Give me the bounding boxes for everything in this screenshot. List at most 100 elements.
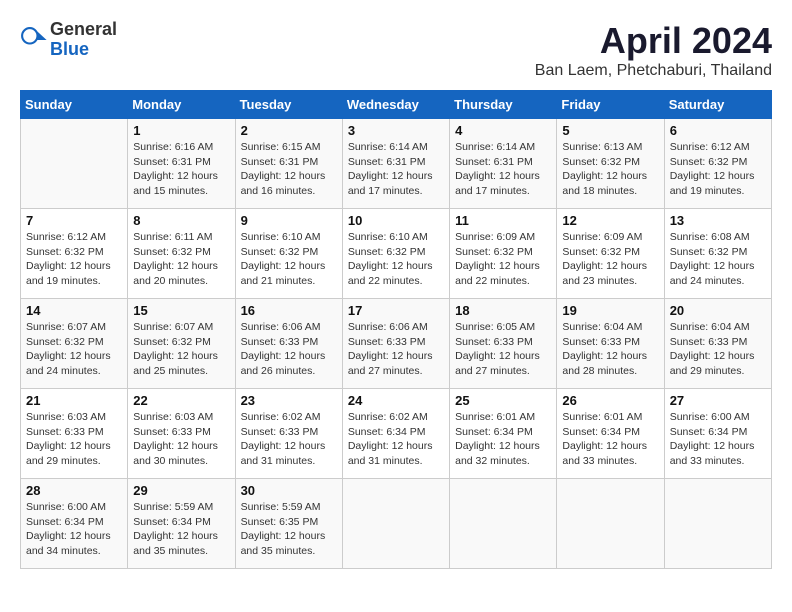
calendar-cell: 29 Sunrise: 5:59 AMSunset: 6:34 PMDayligh… (128, 479, 235, 569)
day-number: 24 (348, 393, 444, 408)
day-info: Sunrise: 6:02 AMSunset: 6:34 PMDaylight:… (348, 410, 444, 469)
day-number: 22 (133, 393, 229, 408)
logo: General Blue (20, 20, 117, 60)
day-info: Sunrise: 6:06 AMSunset: 6:33 PMDaylight:… (241, 320, 337, 379)
day-info: Sunrise: 6:03 AMSunset: 6:33 PMDaylight:… (133, 410, 229, 469)
calendar-cell: 18 Sunrise: 6:05 AMSunset: 6:33 PMDayligh… (450, 299, 557, 389)
logo-general-text: General (50, 19, 117, 39)
day-number: 14 (26, 303, 122, 318)
calendar-cell: 2 Sunrise: 6:15 AMSunset: 6:31 PMDaylight… (235, 119, 342, 209)
day-info: Sunrise: 6:01 AMSunset: 6:34 PMDaylight:… (455, 410, 551, 469)
calendar-week-row: 1Sunrise: 6:16 AMSunset: 6:31 PMDaylight… (21, 119, 772, 209)
calendar-cell: 6 Sunrise: 6:12 AMSunset: 6:32 PMDaylight… (664, 119, 771, 209)
day-number: 21 (26, 393, 122, 408)
day-info: Sunrise: 6:04 AMSunset: 6:33 PMDaylight:… (670, 320, 766, 379)
day-number: 18 (455, 303, 551, 318)
day-number: 27 (670, 393, 766, 408)
calendar-cell: 5 Sunrise: 6:13 AMSunset: 6:32 PMDaylight… (557, 119, 664, 209)
day-number: 25 (455, 393, 551, 408)
day-info: Sunrise: 6:01 AMSunset: 6:34 PMDaylight:… (562, 410, 658, 469)
calendar-week-row: 21 Sunrise: 6:03 AMSunset: 6:33 PMDayligh… (21, 389, 772, 479)
weekday-header-wednesday: Wednesday (342, 91, 449, 119)
day-info: Sunrise: 6:09 AMSunset: 6:32 PMDaylight:… (562, 230, 658, 289)
calendar-cell: 21 Sunrise: 6:03 AMSunset: 6:33 PMDayligh… (21, 389, 128, 479)
logo-blue-text: Blue (50, 39, 89, 59)
day-info: Sunrise: 6:12 AMSunset: 6:32 PMDaylight:… (26, 230, 122, 289)
day-number: 16 (241, 303, 337, 318)
day-number: 26 (562, 393, 658, 408)
day-info: Sunrise: 6:03 AMSunset: 6:33 PMDaylight:… (26, 410, 122, 469)
weekday-header-tuesday: Tuesday (235, 91, 342, 119)
day-info: Sunrise: 6:06 AMSunset: 6:33 PMDaylight:… (348, 320, 444, 379)
calendar-cell: 12 Sunrise: 6:09 AMSunset: 6:32 PMDayligh… (557, 209, 664, 299)
day-info: Sunrise: 6:15 AMSunset: 6:31 PMDaylight:… (241, 140, 337, 199)
day-number: 17 (348, 303, 444, 318)
day-number: 13 (670, 213, 766, 228)
calendar-table: SundayMondayTuesdayWednesdayThursdayFrid… (20, 90, 772, 569)
calendar-cell: 22 Sunrise: 6:03 AMSunset: 6:33 PMDayligh… (128, 389, 235, 479)
day-info: Sunrise: 6:13 AMSunset: 6:32 PMDaylight:… (562, 140, 658, 199)
calendar-cell: 19 Sunrise: 6:04 AMSunset: 6:33 PMDayligh… (557, 299, 664, 389)
calendar-cell (342, 479, 449, 569)
day-number: 1 (133, 123, 229, 138)
day-number: 15 (133, 303, 229, 318)
calendar-cell: 23 Sunrise: 6:02 AMSunset: 6:33 PMDayligh… (235, 389, 342, 479)
calendar-cell: 24 Sunrise: 6:02 AMSunset: 6:34 PMDayligh… (342, 389, 449, 479)
weekday-header-sunday: Sunday (21, 91, 128, 119)
calendar-cell: 16 Sunrise: 6:06 AMSunset: 6:33 PMDayligh… (235, 299, 342, 389)
day-info: Sunrise: 6:04 AMSunset: 6:33 PMDaylight:… (562, 320, 658, 379)
calendar-cell: 28Sunrise: 6:00 AMSunset: 6:34 PMDayligh… (21, 479, 128, 569)
calendar-week-row: 28Sunrise: 6:00 AMSunset: 6:34 PMDayligh… (21, 479, 772, 569)
day-number: 19 (562, 303, 658, 318)
weekday-header-monday: Monday (128, 91, 235, 119)
calendar-cell: 9Sunrise: 6:10 AMSunset: 6:32 PMDaylight… (235, 209, 342, 299)
day-number: 12 (562, 213, 658, 228)
calendar-cell: 14Sunrise: 6:07 AMSunset: 6:32 PMDayligh… (21, 299, 128, 389)
day-info: Sunrise: 6:00 AMSunset: 6:34 PMDaylight:… (670, 410, 766, 469)
day-number: 6 (670, 123, 766, 138)
day-number: 29 (133, 483, 229, 498)
calendar-cell: 27 Sunrise: 6:00 AMSunset: 6:34 PMDayligh… (664, 389, 771, 479)
calendar-cell: 11 Sunrise: 6:09 AMSunset: 6:32 PMDayligh… (450, 209, 557, 299)
calendar-cell: 13 Sunrise: 6:08 AMSunset: 6:32 PMDayligh… (664, 209, 771, 299)
day-info: Sunrise: 6:14 AMSunset: 6:31 PMDaylight:… (455, 140, 551, 199)
calendar-cell: 26 Sunrise: 6:01 AMSunset: 6:34 PMDayligh… (557, 389, 664, 479)
calendar-week-row: 14Sunrise: 6:07 AMSunset: 6:32 PMDayligh… (21, 299, 772, 389)
day-info: Sunrise: 5:59 AMSunset: 6:35 PMDaylight:… (241, 500, 337, 559)
day-info: Sunrise: 6:09 AMSunset: 6:32 PMDaylight:… (455, 230, 551, 289)
day-number: 4 (455, 123, 551, 138)
day-info: Sunrise: 6:14 AMSunset: 6:31 PMDaylight:… (348, 140, 444, 199)
weekday-header-friday: Friday (557, 91, 664, 119)
calendar-cell: 8 Sunrise: 6:11 AMSunset: 6:32 PMDaylight… (128, 209, 235, 299)
day-number: 2 (241, 123, 337, 138)
day-number: 10 (348, 213, 444, 228)
day-info: Sunrise: 5:59 AMSunset: 6:34 PMDaylight:… (133, 500, 229, 559)
calendar-cell (450, 479, 557, 569)
day-number: 23 (241, 393, 337, 408)
calendar-cell: 3 Sunrise: 6:14 AMSunset: 6:31 PMDaylight… (342, 119, 449, 209)
calendar-cell: 20Sunrise: 6:04 AMSunset: 6:33 PMDayligh… (664, 299, 771, 389)
day-number: 11 (455, 213, 551, 228)
calendar-cell: 4 Sunrise: 6:14 AMSunset: 6:31 PMDaylight… (450, 119, 557, 209)
month-title: April 2024 (535, 20, 772, 62)
calendar-week-row: 7Sunrise: 6:12 AMSunset: 6:32 PMDaylight… (21, 209, 772, 299)
calendar-cell: 7Sunrise: 6:12 AMSunset: 6:32 PMDaylight… (21, 209, 128, 299)
title-section: April 2024 Ban Laem, Phetchaburi, Thaila… (535, 20, 772, 80)
day-number: 3 (348, 123, 444, 138)
calendar-cell: 10 Sunrise: 6:10 AMSunset: 6:32 PMDayligh… (342, 209, 449, 299)
day-info: Sunrise: 6:00 AMSunset: 6:34 PMDaylight:… (26, 500, 122, 559)
calendar-cell (557, 479, 664, 569)
day-info: Sunrise: 6:11 AMSunset: 6:32 PMDaylight:… (133, 230, 229, 289)
day-number: 8 (133, 213, 229, 228)
day-info: Sunrise: 6:10 AMSunset: 6:32 PMDaylight:… (241, 230, 337, 289)
day-number: 5 (562, 123, 658, 138)
day-info: Sunrise: 6:08 AMSunset: 6:32 PMDaylight:… (670, 230, 766, 289)
day-info: Sunrise: 6:10 AMSunset: 6:32 PMDaylight:… (348, 230, 444, 289)
location-text: Ban Laem, Phetchaburi, Thailand (535, 62, 772, 80)
calendar-cell: 1Sunrise: 6:16 AMSunset: 6:31 PMDaylight… (128, 119, 235, 209)
weekday-header-row: SundayMondayTuesdayWednesdayThursdayFrid… (21, 91, 772, 119)
day-info: Sunrise: 6:02 AMSunset: 6:33 PMDaylight:… (241, 410, 337, 469)
day-info: Sunrise: 6:12 AMSunset: 6:32 PMDaylight:… (670, 140, 766, 199)
calendar-cell: 15Sunrise: 6:07 AMSunset: 6:32 PMDayligh… (128, 299, 235, 389)
day-info: Sunrise: 6:05 AMSunset: 6:33 PMDaylight:… (455, 320, 551, 379)
